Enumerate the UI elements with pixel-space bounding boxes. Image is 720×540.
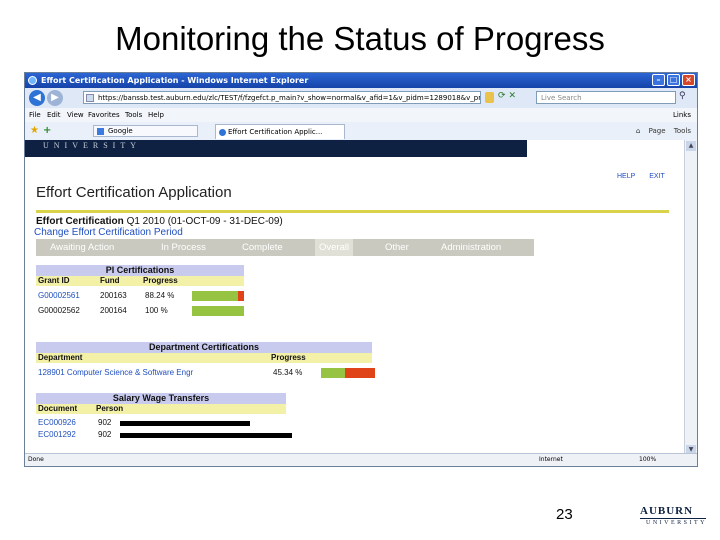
document-link[interactable]: EC001292 (38, 428, 76, 441)
table-row: G00002562 200164 100 % (36, 304, 256, 317)
ec-dates: Q1 2010 (01-OCT-09 - 31-DEC-09) (126, 216, 283, 227)
minimize-button[interactable]: – (652, 74, 665, 86)
grant-id-link[interactable]: G00002561 (38, 289, 80, 302)
fund-value: 200163 (100, 291, 127, 300)
page-icon (86, 94, 94, 102)
address-bar: ◀ ▶ https://banssb.test.auburn.edu/zlc/T… (25, 88, 697, 109)
table-row: EC001292 902 (36, 428, 296, 441)
redaction-bar (120, 421, 250, 426)
tab-overall[interactable]: Overall (315, 239, 354, 256)
department-link[interactable]: 128901 Computer Science & Software Engr (38, 366, 193, 379)
page-number: 23 (556, 506, 573, 523)
links-label[interactable]: Links (673, 108, 691, 122)
progress-bar-complete (192, 291, 238, 301)
transfer-columns: Document Person (36, 404, 286, 414)
command-bar: ⌂ Page Tools (636, 122, 691, 140)
menu-tools[interactable]: Tools (125, 108, 142, 122)
table-row: 128901 Computer Science & Software Engr … (36, 366, 376, 379)
certification-period-heading: Effort Certification Q1 2010 (01-OCT-09 … (36, 216, 283, 227)
favorites-star-icon[interactable]: ★ (30, 122, 39, 140)
logo-divider (640, 518, 706, 519)
maximize-button[interactable]: □ (667, 74, 680, 86)
col-progress: Progress (271, 353, 306, 362)
page-menu[interactable]: Page (649, 127, 666, 135)
progress-bar-remaining (238, 291, 244, 301)
menu-view[interactable]: View (67, 108, 84, 122)
search-input[interactable]: Live Search (536, 91, 676, 104)
home-icon[interactable]: ⌂ (636, 127, 640, 135)
pi-columns: Grant ID Fund Progress (36, 276, 244, 286)
grant-id: G00002562 (38, 306, 80, 315)
tools-menu[interactable]: Tools (674, 127, 691, 135)
menu-file[interactable]: File (29, 108, 41, 122)
tab-in-process[interactable]: In Process (157, 239, 210, 256)
progress-bar-remaining (345, 368, 375, 378)
forward-button[interactable]: ▶ (47, 90, 63, 106)
page-content: UNIVERSITY Effort Certification Applicat… (25, 140, 685, 456)
col-document: Document (38, 404, 78, 413)
status-bar: Done Internet 100% (25, 453, 697, 466)
header-divider (36, 210, 669, 213)
tab-other[interactable]: Other (381, 239, 413, 256)
tab-administration[interactable]: Administration (437, 239, 505, 256)
app-title: Effort Certification Application (36, 184, 232, 201)
progress-text: 100 % (145, 306, 168, 315)
person-id: 902 (98, 430, 112, 439)
security-zone: Internet (539, 456, 563, 463)
active-tab[interactable]: Effort Certification Applic... (215, 124, 345, 139)
tab-awaiting-action[interactable]: Awaiting Action (46, 239, 118, 256)
browser-window: Effort Certification Application - Windo… (24, 72, 698, 467)
status-text: Done (28, 456, 44, 463)
col-department: Department (38, 353, 83, 362)
col-progress: Progress (143, 276, 178, 285)
search-icon[interactable]: ⚲ (679, 91, 686, 101)
refresh-stop-icons[interactable]: ⟳✕ (498, 91, 519, 101)
change-period-link[interactable]: Change Effort Certification Period (34, 227, 183, 238)
top-links: HELP EXIT (617, 173, 677, 180)
university-banner: UNIVERSITY (25, 140, 527, 157)
col-grant-id: Grant ID (38, 276, 70, 285)
slide-title: Monitoring the Status of Progress (115, 20, 605, 57)
exit-link[interactable]: EXIT (649, 173, 665, 180)
fund-value: 200164 (100, 306, 127, 315)
col-fund: Fund (100, 276, 120, 285)
url-text: https://banssb.test.auburn.edu/zlc/TEST/… (98, 94, 481, 102)
google-tab[interactable]: Google (93, 125, 198, 137)
help-link[interactable]: HELP (617, 173, 635, 180)
redaction-bar (120, 433, 292, 438)
status-tabs: Awaiting Action In Process Complete Over… (36, 239, 534, 256)
progress-text: 88.24 % (145, 291, 175, 300)
menu-favorites[interactable]: Favorites (88, 108, 120, 122)
close-button[interactable]: × (682, 74, 695, 86)
department-certifications-heading: Department Certifications (36, 342, 372, 353)
lock-icon[interactable] (485, 92, 494, 103)
back-button[interactable]: ◀ (29, 90, 45, 106)
window-title: Effort Certification Application - Windo… (41, 76, 309, 85)
auburn-logo: AUBURN (640, 505, 694, 517)
department-columns: Department Progress (36, 353, 372, 363)
add-favorite-icon[interactable]: + (43, 122, 51, 140)
progress-text: 45.34 % (273, 368, 303, 377)
table-row: G00002561 200163 88.24 % (36, 289, 256, 302)
salary-wage-transfers-heading: Salary Wage Transfers (36, 393, 286, 404)
menu-edit[interactable]: Edit (47, 108, 61, 122)
vertical-scrollbar[interactable]: ▲ ▼ (684, 140, 697, 456)
favorites-bar: ★ + Google Effort Certification Applic..… (25, 122, 697, 141)
progress-bar-complete (321, 368, 345, 378)
zoom-level[interactable]: 100% (639, 454, 656, 466)
url-field[interactable]: https://banssb.test.auburn.edu/zlc/TEST/… (83, 91, 481, 104)
scroll-up-icon[interactable]: ▲ (686, 141, 696, 151)
pi-certifications-heading: PI Certifications (36, 265, 244, 276)
progress-bar-complete (192, 306, 244, 316)
col-person: Person (96, 404, 124, 413)
tab-complete[interactable]: Complete (238, 239, 287, 256)
ie-icon (28, 76, 37, 85)
menu-bar: File Edit View Favorites Tools Help Link… (25, 108, 697, 123)
window-controls: – □ × (652, 74, 695, 86)
menu-help[interactable]: Help (148, 108, 164, 122)
auburn-logo-sub: UNIVERSITY (646, 520, 707, 526)
ec-label: Effort Certification (36, 216, 124, 227)
window-titlebar[interactable]: Effort Certification Application - Windo… (25, 73, 697, 88)
